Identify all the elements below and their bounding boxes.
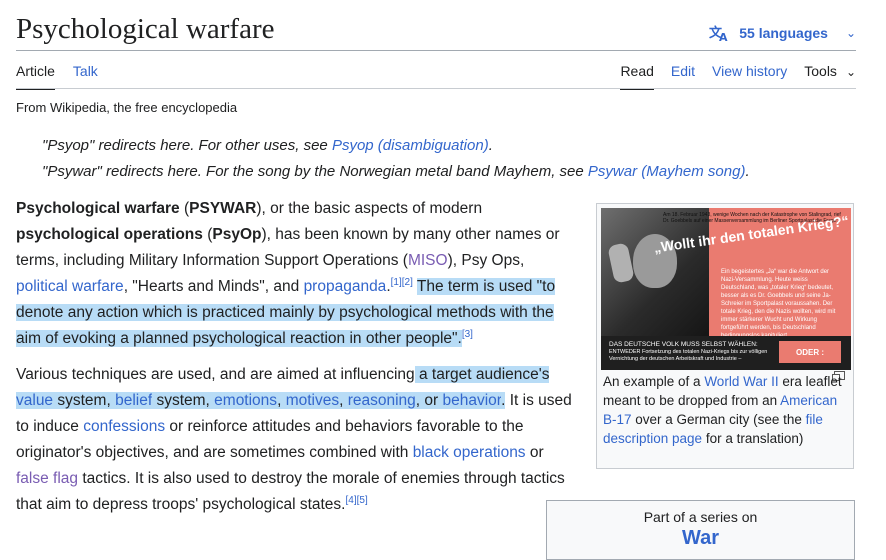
citation-1-2[interactable]: [1][2]	[391, 277, 413, 288]
link-belief[interactable]: belief	[115, 392, 153, 409]
text: Various techniques are used, and are aim…	[16, 366, 415, 383]
hatnote-text: .	[745, 163, 750, 180]
tools-label: Tools	[804, 63, 837, 79]
paragraph-techniques: Various techniques are used, and are aim…	[16, 362, 576, 518]
text: for a translation)	[702, 431, 804, 446]
leaflet-band-text: DAS DEUTSCHE VOLK MUSS SELBST WÄHLEN: EN…	[609, 340, 769, 363]
link-false-flag[interactable]: false flag	[16, 470, 78, 487]
link-emotions[interactable]: emotions	[214, 392, 278, 409]
leaflet-image[interactable]: Am 18. Februar 1943, wenige Wochen nach …	[601, 208, 851, 370]
hatnote-text: "Psyop" redirects here. For other uses, …	[42, 137, 332, 154]
link-political-warfare[interactable]: political warfare	[16, 278, 124, 295]
chevron-down-icon: ⌄	[845, 26, 856, 40]
text: or	[525, 444, 544, 461]
tab-talk[interactable]: Talk	[73, 63, 98, 90]
selected-text: system,	[152, 392, 215, 409]
selected-text: ,	[277, 392, 286, 409]
link-psyop-disambiguation[interactable]: Psyop (disambiguation)	[332, 137, 489, 154]
link-psywar-mayhem-song[interactable]: Psywar (Mayhem song)	[588, 163, 746, 180]
leaflet-body-text: Ein begeistertes „Ja“ war die Antwort de…	[721, 269, 836, 339]
link-behavior[interactable]: behavior	[442, 392, 502, 409]
series-topic-link[interactable]: War	[547, 527, 854, 550]
chevron-down-icon: ⌄	[845, 65, 856, 79]
svg-text:A: A	[719, 31, 728, 42]
text: (	[179, 200, 190, 217]
tab-read[interactable]: Read	[620, 63, 654, 90]
selected-text: , or	[415, 392, 443, 409]
text: tactics. It is also used to destroy the …	[16, 470, 565, 513]
hatnote-text: "Psywar" redirects here. For the song by…	[42, 163, 588, 180]
namespace-tabs: Article Talk	[16, 63, 98, 90]
text: , "Hearts and Minds", and	[123, 278, 304, 295]
leaflet-band-choice: ENTWEDER Fortsetzung des totalen Nazi-Kr…	[609, 349, 768, 362]
language-count: 55 languages	[739, 25, 828, 41]
title-divider	[16, 50, 856, 51]
bold-term: psychological operations	[16, 226, 203, 243]
tab-view-history[interactable]: View history	[712, 63, 787, 90]
citation-4-5[interactable]: [4][5]	[346, 495, 368, 506]
leaflet-band-heading: DAS DEUTSCHE VOLK MUSS SELBST WÄHLEN:	[609, 341, 758, 348]
image-thumbnail: Am 18. Februar 1943, wenige Wochen nach …	[596, 203, 854, 469]
text: ), Psy Ops,	[447, 252, 525, 269]
bold-term: Psychological warfare	[16, 200, 180, 217]
citation-3[interactable]: [3]	[462, 329, 473, 340]
link-miso[interactable]: MISO	[408, 252, 448, 269]
article-body: Psychological warfare (PSYWAR), or the b…	[16, 196, 576, 528]
link-confessions[interactable]: confessions	[83, 418, 165, 435]
bold-term: PsyOp	[212, 226, 262, 243]
selected-text: a target audience's	[414, 366, 550, 383]
site-tagline: From Wikipedia, the free encyclopedia	[16, 100, 238, 115]
tab-article[interactable]: Article	[16, 63, 55, 90]
leaflet-photo	[601, 208, 709, 336]
link-black-operations[interactable]: black operations	[413, 444, 526, 461]
tab-edit[interactable]: Edit	[671, 63, 695, 90]
text: (	[202, 226, 213, 243]
selected-text: ,	[339, 392, 348, 409]
hatnote-text: .	[488, 137, 493, 154]
series-sidebar: Part of a series on War	[546, 500, 855, 560]
link-value[interactable]: value	[16, 392, 54, 409]
image-caption: An example of a World War II era leaflet…	[603, 372, 843, 448]
text: An example of a	[603, 374, 705, 389]
link-world-war-ii[interactable]: World War II	[704, 374, 778, 389]
page-title: Psychological warfare	[16, 13, 275, 45]
tabs-divider	[16, 88, 856, 89]
leaflet-oder-arrow: ODER :	[779, 341, 841, 363]
link-motives[interactable]: motives	[285, 392, 340, 409]
link-propaganda[interactable]: propaganda	[304, 278, 387, 295]
tools-menu[interactable]: Tools ⌄	[804, 63, 856, 90]
series-label: Part of a series on	[643, 509, 758, 525]
bold-term: PSYWAR	[189, 200, 257, 217]
paragraph-intro: Psychological warfare (PSYWAR), or the b…	[16, 196, 576, 352]
text: ), or the basic aspects of modern	[256, 200, 483, 217]
hatnote-psywar: "Psywar" redirects here. For the song by…	[42, 163, 750, 180]
text: over a German city (see the	[631, 412, 806, 427]
translate-icon: 文 A	[709, 25, 728, 42]
link-reasoning[interactable]: reasoning	[347, 392, 416, 409]
hatnote-psyop: "Psyop" redirects here. For other uses, …	[42, 137, 493, 154]
view-tabs: Read Edit View history Tools ⌄	[620, 63, 856, 90]
portrait-hand	[607, 242, 635, 284]
language-selector[interactable]: 文 A 55 languages ⌄	[709, 24, 856, 42]
selected-text: system,	[53, 392, 116, 409]
